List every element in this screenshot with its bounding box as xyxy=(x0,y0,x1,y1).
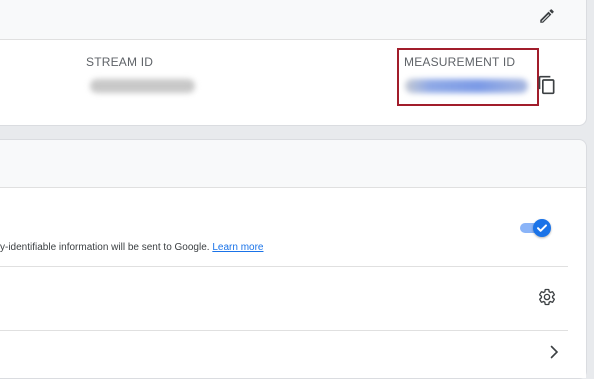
row-divider-1 xyxy=(0,266,568,267)
stream-id-value xyxy=(90,79,195,93)
info-text: y-identifiable information will be sent … xyxy=(0,242,263,253)
info-text-body: y-identifiable information will be sent … xyxy=(0,242,213,253)
enhanced-measurement-card xyxy=(0,139,587,379)
chevron-right-icon[interactable] xyxy=(547,345,561,359)
stream-id-label: STREAM ID xyxy=(86,55,154,69)
measurement-id-highlight xyxy=(397,48,539,106)
copy-icon[interactable] xyxy=(537,75,557,95)
pencil-icon[interactable] xyxy=(538,7,556,25)
enhanced-measurement-toggle[interactable] xyxy=(520,218,552,238)
gear-icon[interactable] xyxy=(538,288,556,306)
row-divider-2 xyxy=(0,330,568,331)
check-icon xyxy=(537,224,547,232)
enhanced-measurement-body xyxy=(0,187,586,378)
learn-more-link[interactable]: Learn more xyxy=(212,242,263,253)
toggle-thumb xyxy=(533,219,551,237)
